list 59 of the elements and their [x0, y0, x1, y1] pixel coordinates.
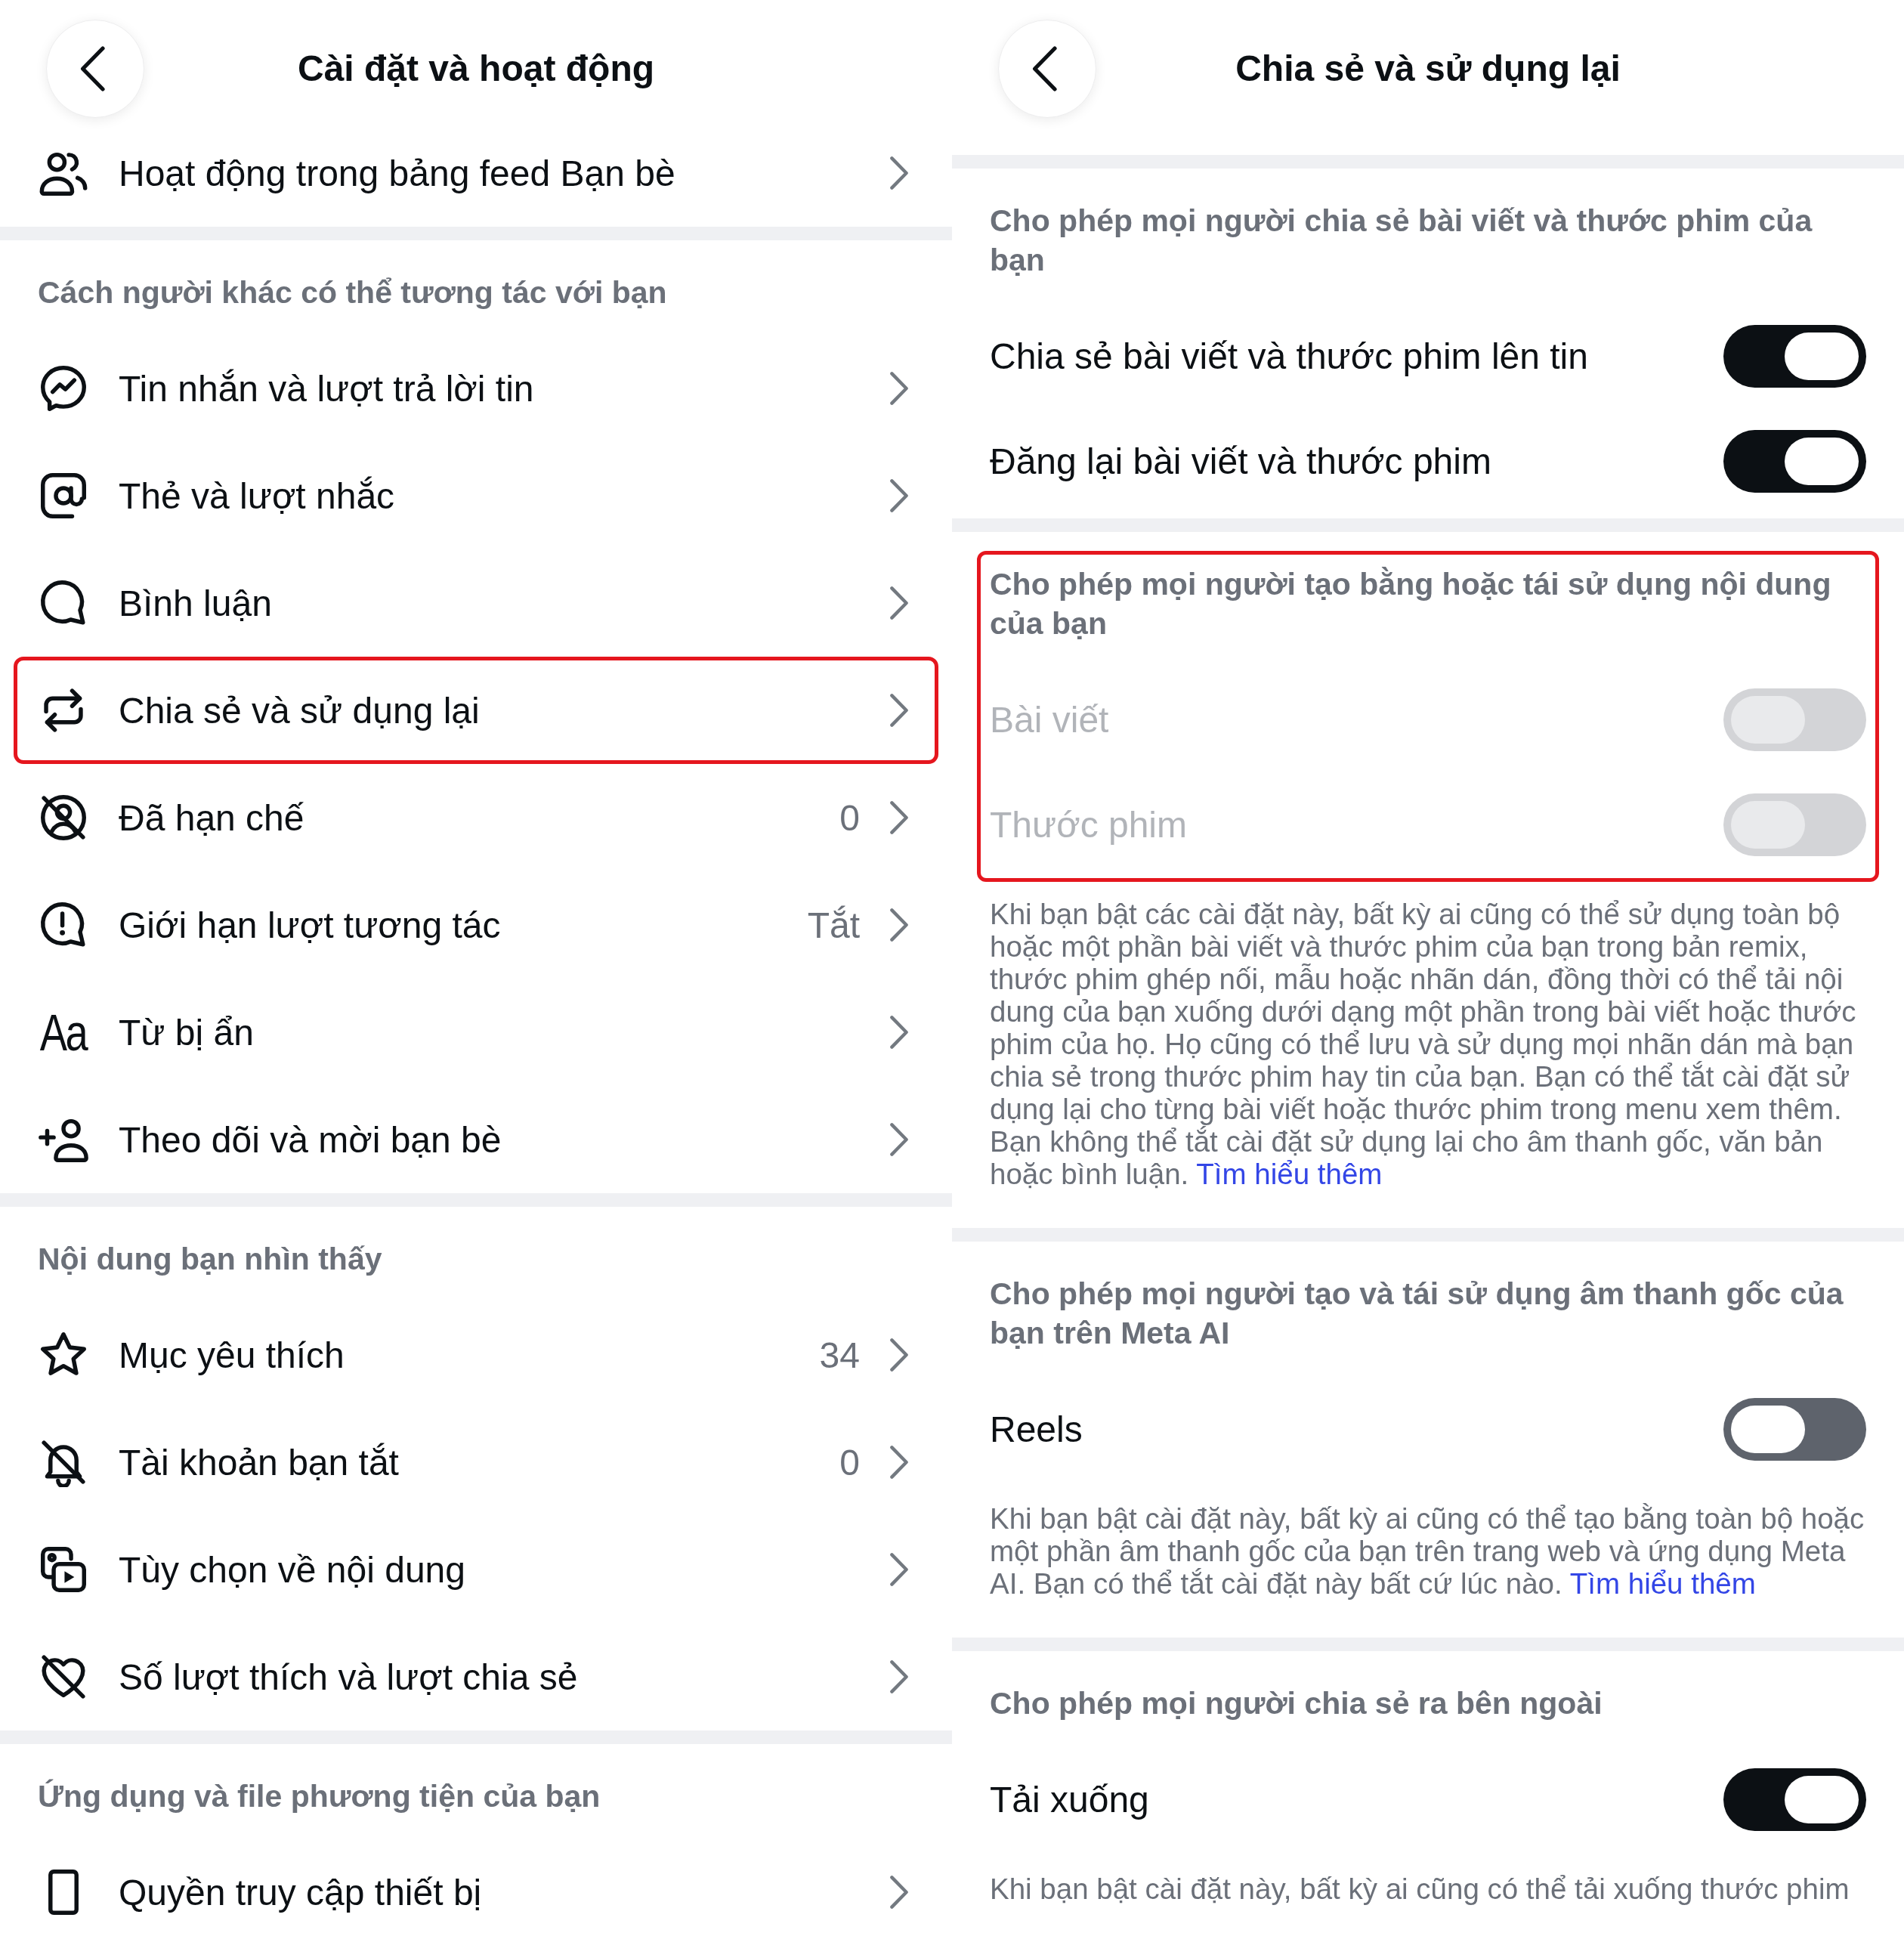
- chevron-right-icon: [890, 1660, 908, 1693]
- description-text: Khi bạn bật cài đặt này, bất kỳ ai cũng có thể tải xuống thước phim: [990, 1873, 1850, 1905]
- item-value: 0: [839, 1441, 860, 1483]
- menu-item[interactable]: Quyền truy cập thiết bị: [14, 1839, 938, 1933]
- description-text: Khi bạn bật các cài đặt này, bất kỳ ai cũng có thể sử dụng toàn bộ hoặc một phần bài viết và thước phim của bạn trong bản remix, thước phim ghép nối, mẫu hoặc nhãn dán, đồng thời có thể tải nội dung của bạn xuống dưới dạng một phần trong bài viết hoặc thước phim của họ. Họ cũng có thể lưu và sử dụng mọi nhãn dán mà bạn chia sẻ trong thước phim hay tin của bạn. Bạn có thể tắt cài đặt sử dụng lại cho từng bài viết hoặc thước phim trong menu xem thêm. Bạn không thể tắt cài đặt sử dụng lại cho âm thanh gốc, văn bản hoặc bình luận. Tìm hiểu thêm: [990, 898, 1857, 1190]
- chevron-right-icon: [890, 1338, 908, 1372]
- menu-item[interactable]: Chia sẻ và sử dụng lại: [14, 657, 938, 764]
- chevron-right-icon: [890, 1446, 908, 1479]
- setting-label: Thước phim: [990, 804, 1187, 846]
- menu-item[interactable]: Tin nhắn và lượt trả lời tin: [14, 335, 938, 442]
- chevron-right-icon: [890, 1553, 908, 1586]
- menu-item[interactable]: Aa Từ bị ẩn: [14, 979, 938, 1086]
- chevron-right-icon: [890, 586, 908, 620]
- description-text: Khi bạn bật cài đặt này, bất kỳ ai cũng có thể tạo bằng toàn bộ hoặc một phần âm thanh gốc của bạn trên trang web và ứng dụng Meta AI. Bạn có thể tắt cài đặt này bất cứ lúc nào. Tìm hiểu thêm: [990, 1502, 1865, 1600]
- item-value: 34: [819, 1334, 860, 1376]
- person-slash-icon: [39, 793, 88, 843]
- section-title: Cho phép mọi người chia sẻ bài viết và thước phim của bạn: [990, 203, 1813, 279]
- section-title: Cách người khác có thể tương tác với bạn: [38, 275, 667, 310]
- learn-more-link[interactable]: Tìm hiểu thêm: [1569, 1567, 1756, 1600]
- menu-item[interactable]: Đã hạn chế 0: [14, 764, 938, 871]
- learn-more-link[interactable]: Tìm hiểu thêm: [1196, 1158, 1383, 1190]
- menu-item[interactable]: Thẻ và lượt nhắc: [14, 442, 938, 549]
- section-title: Cho phép mọi người tạo bằng hoặc tái sử dụng nội dung của bạn: [990, 566, 1832, 642]
- menu-item[interactable]: Tùy chọn về nội dung: [14, 1516, 938, 1623]
- menu-item[interactable]: Số lượt thích và lượt chia sẻ: [14, 1623, 938, 1730]
- setting-label: Reels: [990, 1409, 1083, 1450]
- setting-label: Đăng lại bài viết và thước phim: [990, 441, 1491, 482]
- at-sign-icon: [39, 471, 88, 521]
- section-title: Cho phép mọi người chia sẻ ra bên ngoài: [990, 1685, 1603, 1722]
- menu-item[interactable]: Theo dõi và mời bạn bè: [14, 1086, 938, 1193]
- menu-item[interactable]: Hoạt động trong bảng feed Bạn bè: [14, 119, 938, 227]
- item-value: 0: [839, 796, 860, 839]
- chevron-right-icon: [890, 694, 908, 727]
- chevron-right-icon: [890, 801, 908, 834]
- menu-item[interactable]: Mục yêu thích 34: [14, 1301, 938, 1409]
- chevron-right-icon: [890, 1876, 908, 1909]
- setting-label: Bài viết: [990, 699, 1109, 741]
- text-icon: Aa: [40, 1007, 87, 1058]
- menu-item[interactable]: Tài khoản bạn tắt 0: [14, 1409, 938, 1516]
- chevron-right-icon: [890, 156, 908, 190]
- section-title: Nội dung bạn nhìn thấy: [38, 1242, 382, 1276]
- chevron-right-icon: [890, 372, 908, 405]
- chat-bubble-icon: [39, 363, 88, 413]
- back-icon: [80, 46, 106, 91]
- section-title: Cho phép mọi người tạo và tái sử dụng âm thanh gốc của bạn trên Meta AI: [990, 1276, 1844, 1352]
- photo-video-icon: [39, 1545, 88, 1594]
- page-title: Cài đặt và hoạt động: [298, 48, 654, 90]
- chevron-right-icon: [890, 479, 908, 512]
- page-title: Chia sẻ và sử dụng lại: [1235, 48, 1621, 90]
- chevron-right-icon: [890, 908, 908, 942]
- setting-label: Tải xuống: [990, 1779, 1149, 1820]
- menu-item[interactable]: Giới hạn lượt tương tác Tắt: [14, 871, 938, 979]
- chevron-right-icon: [890, 1123, 908, 1156]
- chevron-right-icon: [890, 1016, 908, 1049]
- section-title: Ứng dụng và file phương tiện của bạn: [38, 1779, 601, 1814]
- setting-label: Chia sẻ bài viết và thước phim lên tin: [990, 336, 1588, 377]
- back-icon: [1032, 46, 1058, 91]
- item-value: Tắt: [807, 904, 860, 946]
- menu-item[interactable]: Bình luận: [14, 549, 938, 657]
